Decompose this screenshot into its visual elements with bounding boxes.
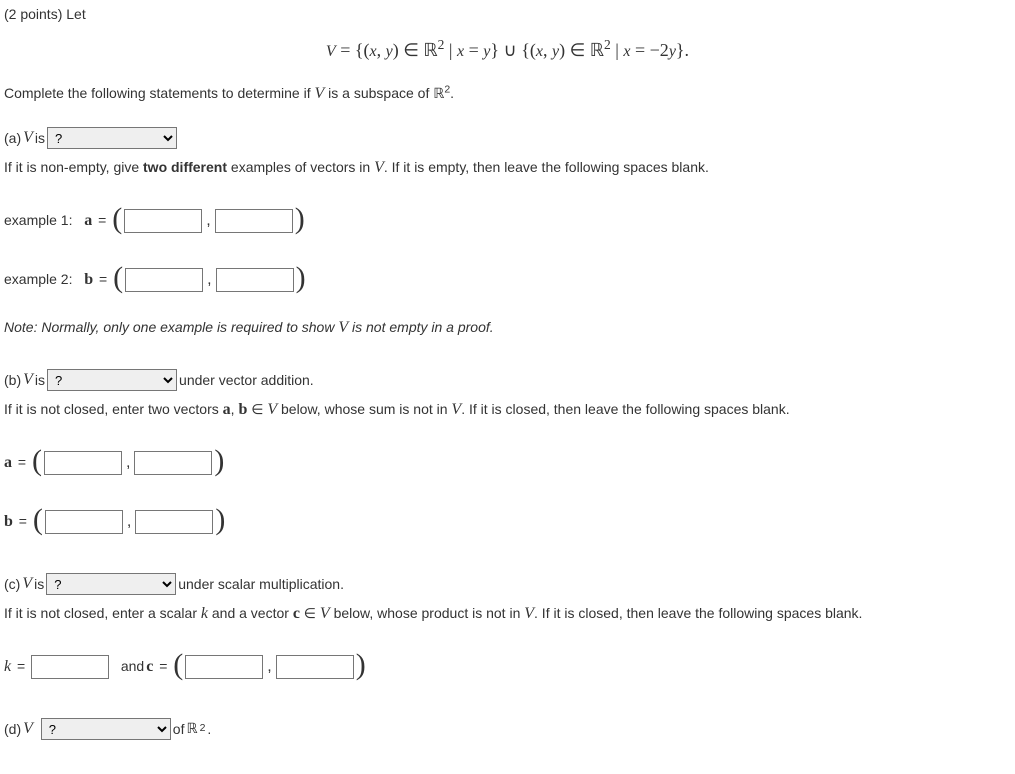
vec-b-symbol: b [84,268,93,292]
part-b-a-x[interactable] [44,451,122,475]
points-header: (2 points) Let [4,4,1011,25]
part-a-V: V [23,126,33,150]
part-d-V: V [23,717,33,741]
part-a-is: is [35,128,45,149]
vec-a-symbol: a [84,209,92,233]
part-b-b-symbol: b [4,510,13,534]
part-c-select[interactable]: ? [46,573,176,595]
part-c-is: is [34,574,44,595]
part-b-V: V [23,368,33,392]
equation-display: V = {(x, y) ∈ ℝ2 | x = y} ∪ {(x, y) ∈ ℝ2… [4,35,1011,64]
part-c-and: and [121,656,144,677]
part-b-label: (b) [4,370,21,391]
part-a-label: (a) [4,128,21,149]
part-d-of: of [173,719,185,740]
part-a-note: Note: Normally, only one example is requ… [4,316,1011,340]
part-d-label: (d) [4,719,21,740]
part-b-instruction: If it is not closed, enter two vectors a… [4,398,1011,422]
example-1-x[interactable] [124,209,202,233]
intro-text: Complete the following statements to det… [4,82,1011,106]
part-d-select[interactable]: ? [41,718,171,740]
part-a-select[interactable]: ? [47,127,177,149]
part-c-k-symbol: k [4,655,11,679]
part-a-instruction: If it is non-empty, give two different e… [4,156,1011,180]
part-b-b-x[interactable] [45,510,123,534]
example-2-label: example 2: [4,269,72,290]
part-b-is: is [35,370,45,391]
part-c-V: V [22,572,32,596]
part-b-a-y[interactable] [134,451,212,475]
part-c-suffix: under scalar multiplication. [178,574,344,595]
part-c-c-y[interactable] [276,655,354,679]
part-c-c-symbol: c [146,655,153,679]
part-b-suffix: under vector addition. [179,370,314,391]
part-c-k-input[interactable] [31,655,109,679]
part-c-label: (c) [4,574,20,595]
part-b-a-symbol: a [4,451,12,475]
part-b-b-y[interactable] [135,510,213,534]
example-2-y[interactable] [216,268,294,292]
part-c-c-x[interactable] [185,655,263,679]
example-1-y[interactable] [215,209,293,233]
example-1-label: example 1: [4,210,72,231]
part-c-instruction: If it is not closed, enter a scalar k an… [4,602,1011,626]
example-2-x[interactable] [125,268,203,292]
part-b-select[interactable]: ? [47,369,177,391]
